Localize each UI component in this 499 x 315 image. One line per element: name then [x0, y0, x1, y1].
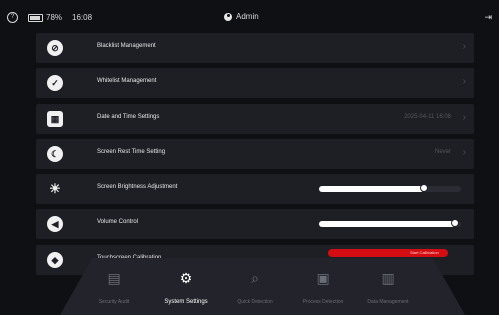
clock: 16:08	[72, 13, 93, 22]
row-label: Screen Rest Time Setting	[97, 149, 166, 155]
status-left: ? 78% 16:08	[7, 12, 92, 23]
chevron-right-icon: ›	[462, 41, 466, 52]
help-icon[interactable]: ?	[7, 12, 18, 23]
settings-row-brightness: ☀ Screen Brightness Adjustment	[36, 174, 474, 204]
row-value: Never	[434, 149, 451, 155]
battery-icon	[28, 13, 43, 22]
status-bar: ? 78% 16:08 Admin ⇥	[0, 0, 499, 36]
user-icon	[224, 12, 232, 21]
speaker-icon: ◀	[47, 216, 63, 232]
dock-label: Process Detection	[302, 299, 344, 305]
chevron-right-icon: ›	[462, 112, 466, 123]
blacklist-user-icon: ⊘	[47, 40, 63, 56]
chevron-right-icon: ›	[462, 76, 466, 87]
battery-percent: 78%	[46, 13, 63, 22]
moon-icon: ☾	[47, 146, 63, 162]
dock-item-system-settings[interactable]: ⚙ System Settings	[155, 270, 217, 312]
dock-item-security-audit[interactable]: ▤ Security Audit	[83, 270, 145, 312]
dock-item-quick-detection[interactable]: ⌕ Quick Detection	[224, 270, 286, 312]
brightness-slider-thumb[interactable]	[420, 184, 429, 192]
settings-row-date-time[interactable]: ▦ Date and Time Settings 2025-04-11 16:0…	[36, 104, 474, 134]
settings-row-volume: ◀ Volume Control	[36, 209, 474, 239]
bottom-dock: ▤ Security Audit ⚙ System Settings ⌕ Qui…	[60, 258, 465, 315]
settings-row-screen-rest[interactable]: ☾ Screen Rest Time Setting Never ›	[36, 139, 474, 169]
process-icon: ▣	[316, 270, 330, 286]
dock-label: Quick Detection	[237, 299, 273, 305]
row-label: Whitelist Management	[97, 78, 157, 84]
volume-slider-thumb[interactable]	[451, 219, 460, 227]
row-value: 2025-04-11 16:08	[404, 114, 451, 120]
dock-label: Security Audit	[98, 299, 130, 305]
brightness-slider[interactable]	[319, 184, 461, 192]
settings-row-whitelist[interactable]: ✓ Whitelist Management ›	[36, 68, 474, 98]
gear-icon: ⚙	[179, 270, 193, 286]
settings-row-blacklist[interactable]: ⊘ Blacklist Management ›	[36, 33, 474, 63]
whitelist-user-icon: ✓	[47, 75, 63, 91]
sun-icon: ☀	[49, 181, 61, 196]
document-icon: ▤	[107, 270, 121, 286]
dock-label: System Settings	[164, 299, 208, 305]
volume-slider[interactable]	[319, 219, 461, 227]
chevron-right-icon: ›	[462, 147, 466, 158]
start-calibration-button[interactable]: Start Calibration	[328, 249, 448, 257]
volume-slider-fill	[319, 221, 456, 227]
row-label: Screen Brightness Adjustment	[97, 184, 178, 190]
row-label: Blacklist Management	[97, 43, 156, 49]
calendar-icon: ▦	[47, 111, 63, 127]
search-icon: ⌕	[251, 270, 259, 286]
compass-icon: ◆	[47, 252, 63, 268]
logout-icon[interactable]: ⇥	[484, 12, 492, 23]
data-icon: ▥	[381, 270, 395, 286]
row-label: Date and Time Settings	[97, 114, 160, 120]
user-badge: Admin	[224, 12, 259, 21]
dock-item-process-detection[interactable]: ▣ Process Detection	[292, 270, 354, 312]
dock-label: Data Management	[367, 299, 409, 305]
battery-indicator: 78%	[28, 13, 62, 22]
dock-item-data-management[interactable]: ▥ Data Management	[357, 270, 419, 312]
user-name: Admin	[236, 12, 259, 21]
row-label: Volume Control	[97, 219, 139, 225]
start-calibration-label: Start Calibration	[410, 250, 439, 255]
brightness-slider-fill	[319, 186, 425, 192]
